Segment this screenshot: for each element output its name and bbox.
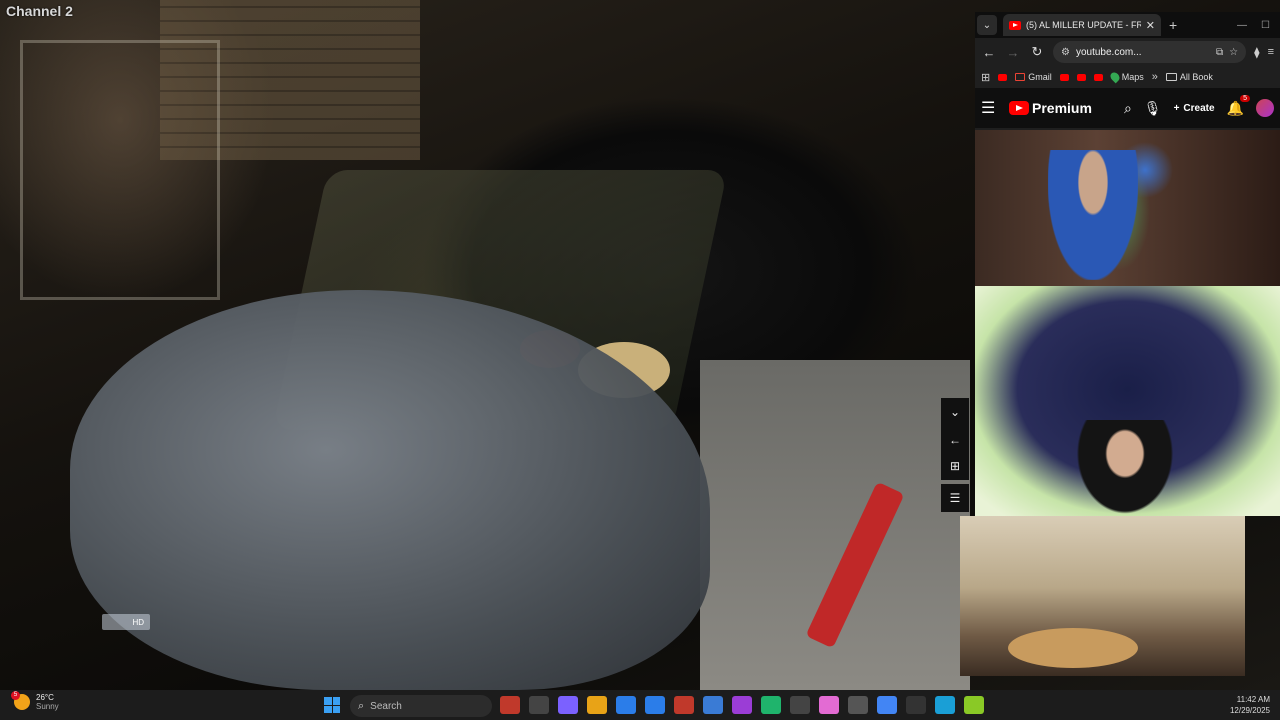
video-person-2 [1075,420,1175,516]
menu-icon[interactable]: ☰ [941,484,969,512]
youtube-favicon-icon [1009,20,1021,30]
youtube-premium-logo[interactable]: Premium [1009,100,1092,116]
video-person-1 [1048,150,1138,280]
browser-window: ⌄ (5) AL MILLER UPDATE - FRANK ✕ + — ☐ ←… [975,12,1280,130]
url-text: youtube.com... [1075,46,1142,58]
youtube-header: ☰ Premium ⌕ 🎙 + Create 🔔 5 [975,88,1280,128]
system-clock[interactable]: 11:42 AM 12/29/2025 [1230,694,1270,716]
install-app-icon[interactable]: ⧉ [1216,47,1223,58]
taskbar-app-icon[interactable] [790,696,810,714]
weather-text: 26°C Sunny [36,693,59,711]
reload-icon[interactable]: ↻ [1029,44,1045,60]
address-bar: ← → ↻ ⚙ youtube.com... ⧉ ☆ ⧫ ≡ [975,38,1280,66]
microphone-icon[interactable]: 🎙 [1144,100,1162,117]
clock-date: 12/29/2025 [1229,706,1270,715]
tab-search-chevron-icon[interactable]: ⌄ [977,15,997,35]
taskbar-app-icon[interactable] [616,696,636,714]
apps-grid-icon[interactable]: ⊞ [981,71,990,84]
notification-count: 5 [1240,94,1250,102]
all-bookmarks[interactable]: All Book [1165,72,1213,82]
close-tab-icon[interactable]: ✕ [1146,19,1155,32]
search-placeholder: Search [370,700,402,712]
window-controls: — ☐ [1237,20,1280,31]
taskbar-app-icon[interactable] [674,696,694,714]
sun-icon: 5 [11,691,30,710]
bookmarks-bar: ⊞ Gmail Maps » All Book [975,66,1280,88]
new-tab-icon[interactable]: + [1169,17,1177,33]
folder-icon [1165,73,1177,81]
weather-alert-badge: 5 [11,691,20,700]
search-icon: ⌕ [358,699,365,712]
weather-temp: 26°C [36,693,54,702]
windows-start-icon[interactable] [324,697,340,713]
taskbar-app-icon[interactable] [529,696,549,714]
more-bookmarks-icon[interactable]: » [1152,71,1158,83]
youtube-bookmark-icon[interactable] [998,73,1008,81]
taskbar-apps [500,696,984,714]
omnibox[interactable]: ⚙ youtube.com... ⧉ ☆ [1053,41,1247,63]
bookmark-maps[interactable]: Maps [1108,70,1144,84]
maximize-icon[interactable]: ☐ [1261,20,1270,31]
gmail-icon [1015,73,1026,81]
youtube-logo-icon [1009,101,1029,115]
taskbar-app-icon[interactable] [587,696,607,714]
youtube-menu-icon[interactable]: ☰ [981,98,999,118]
taskbar-app-icon[interactable] [906,696,926,714]
taskbar-app-icon[interactable] [964,696,984,714]
guitar [1008,628,1138,668]
taskbar-app-icon[interactable] [819,696,839,714]
taskbar-app-icon[interactable] [558,696,578,714]
taskbar-app-icon[interactable] [645,696,665,714]
youtube-bookmark-icon[interactable] [1076,73,1086,81]
youtube-bookmark-icon[interactable] [1059,73,1069,81]
create-button[interactable]: + Create [1174,103,1215,114]
site-info-icon[interactable]: ⚙ [1061,47,1070,58]
minimize-icon[interactable]: — [1237,20,1247,31]
collapse-chevron-icon[interactable]: ⌄ [941,398,969,426]
bookmark-gmail[interactable]: Gmail [1015,72,1052,82]
taskbar-app-icon[interactable] [877,696,897,714]
extensions-icon[interactable]: ⧫ [1254,46,1259,59]
back-icon[interactable]: ← [981,45,997,60]
notifications-bell-icon[interactable]: 🔔 5 [1227,94,1250,117]
weather-widget[interactable]: 5 26°C Sunny [11,691,59,711]
youtube-bookmark-icon[interactable] [1093,73,1103,81]
maps-pin-icon [1108,70,1122,84]
weather-condition: Sunny [36,702,59,711]
tab-youtube[interactable]: (5) AL MILLER UPDATE - FRANK ✕ [1003,14,1161,36]
clock-time: 11:42 AM [1236,695,1270,704]
grid-icon[interactable]: ⊞ [941,452,969,480]
taskbar-app-icon[interactable] [703,696,723,714]
screen: Channel 2 HD ⌄ (5) AL MILLER UPDATE - FR… [0,0,1280,720]
channel-label: Channel 2 [6,3,73,19]
search-icon[interactable]: ⌕ [1124,100,1132,117]
youtube-header-actions: ⌕ 🎙 + Create 🔔 5 [1124,94,1274,117]
hd-badge: HD [102,614,150,630]
taskbar-app-icon[interactable] [500,696,520,714]
avatar[interactable] [1256,99,1274,117]
taskbar-app-icon[interactable] [935,696,955,714]
taskbar-app-icon[interactable] [848,696,868,714]
back-arrow-icon[interactable]: ← [941,426,969,454]
forward-icon[interactable]: → [1005,45,1021,60]
media-controls-icon[interactable]: ≡ [1268,46,1274,58]
taskbar-app-icon[interactable] [761,696,781,714]
bookmark-star-icon[interactable]: ☆ [1229,47,1238,58]
taskbar-search[interactable]: ⌕ Search [350,695,492,717]
tab-title: (5) AL MILLER UPDATE - FRANK [1026,20,1141,30]
tab-bar: ⌄ (5) AL MILLER UPDATE - FRANK ✕ + — ☐ [975,12,1280,38]
taskbar-app-icon[interactable] [732,696,752,714]
plus-icon: + [1173,102,1180,114]
storage-shelf [20,40,220,300]
